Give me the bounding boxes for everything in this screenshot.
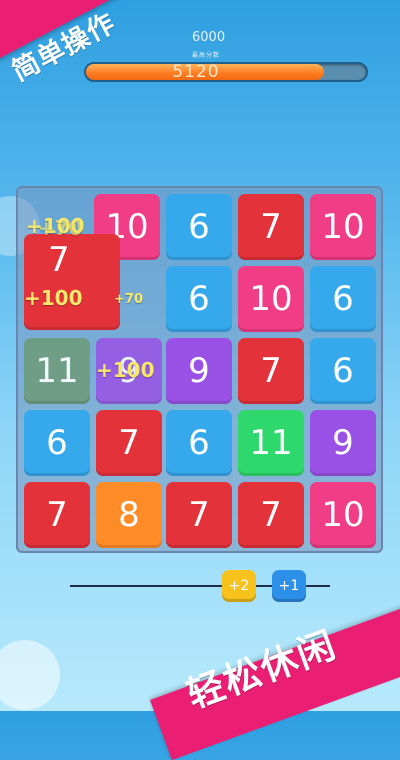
booster-plus-one[interactable]: +1 <box>272 570 306 602</box>
tile[interactable]: 11 <box>24 338 90 404</box>
tile[interactable]: 7 <box>238 482 304 548</box>
score-popup: +100 <box>96 358 155 382</box>
score-popup: +100 <box>24 286 83 310</box>
tile[interactable]: 7 <box>166 482 232 548</box>
score-panel: 6000 最高分数 5120 <box>80 28 370 88</box>
tile[interactable]: 6 <box>24 410 90 476</box>
tile[interactable]: 7 <box>96 410 162 476</box>
current-score: 5120 <box>172 62 220 82</box>
game-board: 10 6 7 10 7 6 10 6 11 9 9 7 6 6 7 6 11 9… <box>16 186 383 553</box>
booster-plus-two[interactable]: +2 <box>222 570 256 602</box>
tile[interactable]: 7 <box>238 338 304 404</box>
tile[interactable]: 6 <box>166 266 232 332</box>
tile[interactable]: 6 <box>310 338 376 404</box>
score-popup: +70 <box>38 216 83 240</box>
tile[interactable]: 10 <box>238 266 304 332</box>
tile[interactable]: 6 <box>166 410 232 476</box>
score-popup: +70 <box>114 292 143 307</box>
merging-tile[interactable]: 7 <box>24 234 120 330</box>
cloud-decoration <box>0 640 60 710</box>
target-score-label: 最高分数 <box>192 52 221 59</box>
tile[interactable]: 10 <box>310 194 376 260</box>
tile[interactable]: 7 <box>238 194 304 260</box>
tile[interactable]: 11 <box>238 410 304 476</box>
tile[interactable]: 6 <box>310 266 376 332</box>
tile[interactable]: 10 <box>310 482 376 548</box>
tile[interactable]: 7 <box>24 482 90 548</box>
tile[interactable]: 8 <box>96 482 162 548</box>
tile[interactable]: 6 <box>166 194 232 260</box>
target-score: 6000 <box>192 30 226 45</box>
tile[interactable]: 9 <box>310 410 376 476</box>
tile[interactable]: 9 <box>166 338 232 404</box>
score-progress-bar: 5120 <box>84 62 368 82</box>
